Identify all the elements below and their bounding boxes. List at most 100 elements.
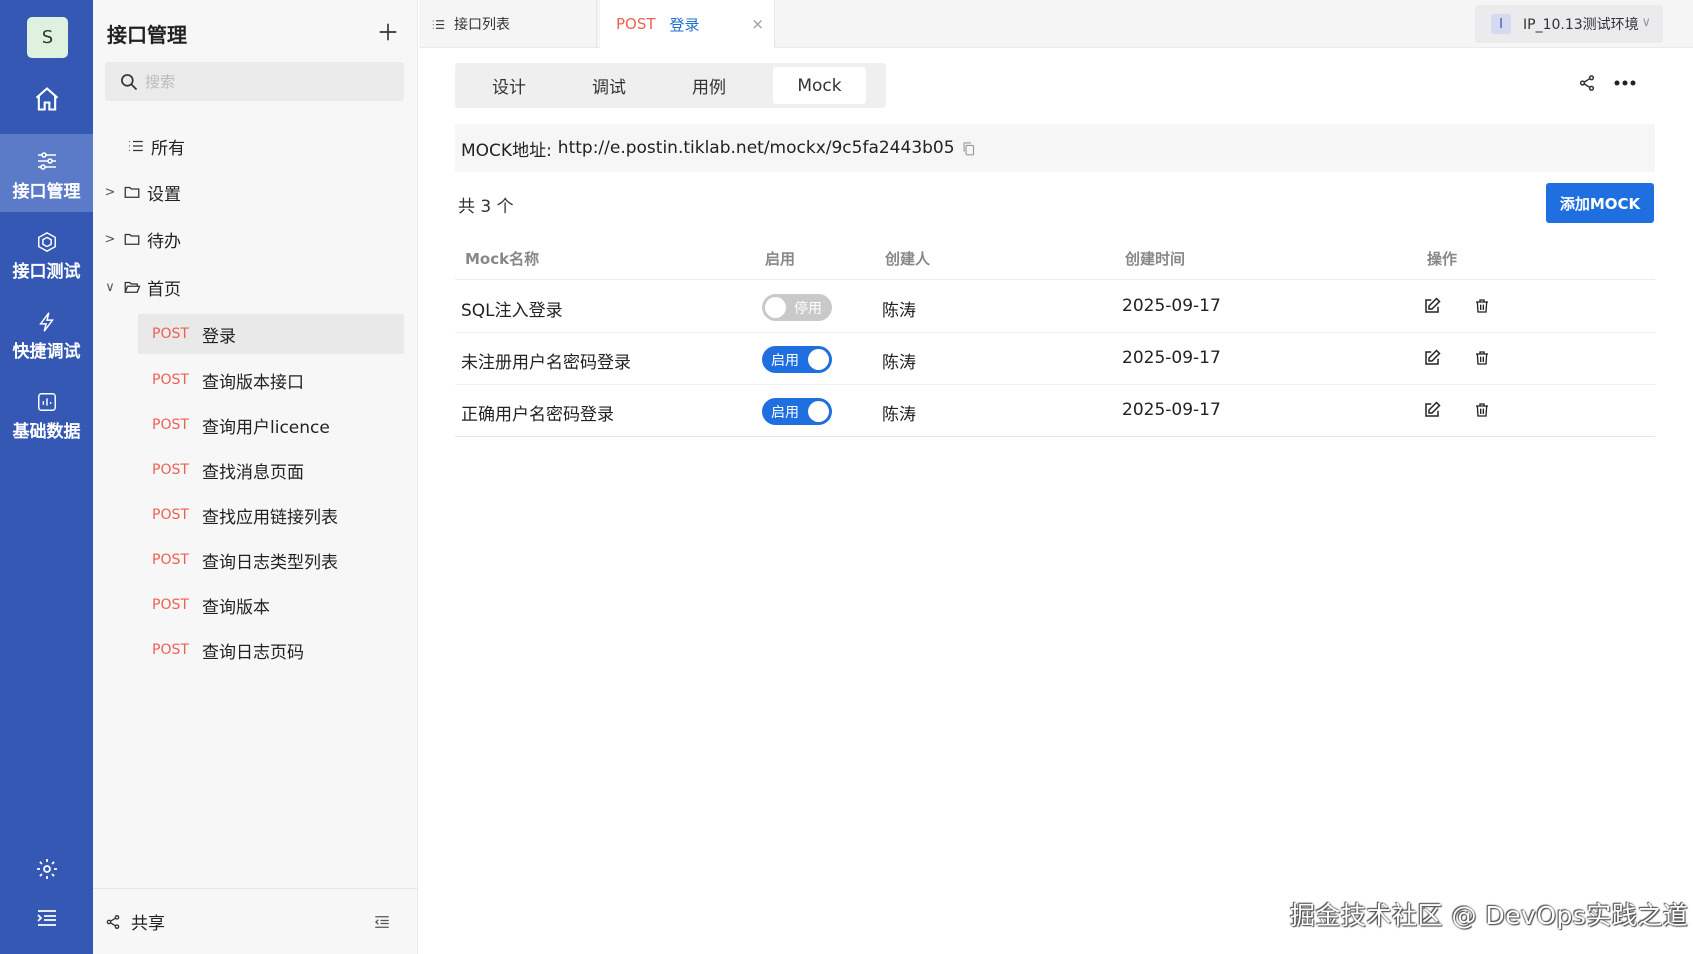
mock-address-bar: MOCK地址: http://e.postin.tiklab.net/mockx… bbox=[455, 124, 1655, 172]
edit-icon[interactable] bbox=[1421, 347, 1443, 369]
sliders-icon bbox=[35, 145, 59, 173]
share-icon[interactable] bbox=[1578, 74, 1596, 92]
collapse-panel-icon[interactable] bbox=[373, 913, 391, 935]
delete-icon[interactable] bbox=[1471, 295, 1493, 317]
rail-item-label: 快捷调试 bbox=[12, 341, 81, 362]
chevron-right-icon[interactable]: > bbox=[103, 185, 117, 200]
mock-count: 共 3 个 bbox=[458, 197, 514, 217]
enable-toggle[interactable]: 停用 bbox=[762, 294, 832, 321]
api-item[interactable]: POST 查找应用链接列表 bbox=[138, 495, 404, 535]
api-item[interactable]: POST 查询版本 bbox=[138, 585, 404, 625]
search-icon bbox=[121, 73, 138, 90]
api-item[interactable]: POST 查找消息页面 bbox=[138, 450, 404, 490]
toggle-knob bbox=[808, 401, 829, 422]
api-name: 查找应用链接列表 bbox=[202, 507, 338, 528]
delete-icon[interactable] bbox=[1471, 347, 1493, 369]
watermark: 掘金技术社区 @ DevOps实践之道 bbox=[1290, 901, 1689, 930]
delete-icon[interactable] bbox=[1471, 399, 1493, 421]
folder-icon bbox=[123, 230, 141, 248]
settings-icon[interactable] bbox=[0, 857, 93, 881]
method-badge: POST bbox=[152, 642, 189, 658]
tab-design[interactable]: 设计 bbox=[459, 67, 559, 104]
column-header: 操作 bbox=[1427, 250, 1458, 268]
tab-api-list[interactable]: 接口列表 bbox=[419, 0, 597, 48]
add-icon[interactable] bbox=[373, 17, 403, 47]
mock-name: SQL注入登录 bbox=[461, 301, 563, 321]
api-item[interactable]: POST 查询用户licence bbox=[138, 405, 404, 445]
api-item[interactable]: POST 登录 bbox=[138, 314, 404, 354]
menu-expand-icon[interactable] bbox=[0, 906, 93, 930]
rail-item-api-test[interactable]: 接口测试 bbox=[0, 214, 93, 292]
api-name: 查询版本接口 bbox=[202, 372, 304, 393]
lightning-icon bbox=[36, 305, 58, 333]
panel-title: 接口管理 bbox=[107, 23, 187, 47]
rail-item-base-data[interactable]: 基础数据 bbox=[0, 374, 93, 452]
rail-item-quick-debug[interactable]: 快捷调试 bbox=[0, 294, 93, 372]
list-icon bbox=[127, 137, 145, 155]
table-header: Mock名称 启用 创建人 创建时间 操作 bbox=[455, 235, 1655, 280]
api-name: 查找消息页面 bbox=[202, 462, 304, 483]
header-actions bbox=[1578, 74, 1636, 92]
search-input[interactable] bbox=[145, 72, 385, 91]
method-badge: POST bbox=[152, 507, 189, 523]
tab-debug[interactable]: 调试 bbox=[559, 67, 659, 104]
api-item[interactable]: POST 查询版本接口 bbox=[138, 360, 404, 400]
api-name: 查询版本 bbox=[202, 597, 270, 618]
created-time: 2025-09-17 bbox=[1122, 348, 1221, 368]
chevron-down-icon: ∨ bbox=[1641, 15, 1651, 30]
chevron-down-icon[interactable]: ∨ bbox=[103, 280, 117, 295]
rail-item-label: 接口测试 bbox=[12, 261, 81, 282]
environment-select[interactable]: I IP_10.13测试环境 ∨ bbox=[1475, 5, 1663, 43]
tab-login[interactable]: POST 登录 × bbox=[600, 0, 775, 48]
toggle-knob bbox=[765, 297, 786, 318]
api-item[interactable]: POST 查询日志类型列表 bbox=[138, 540, 404, 580]
home-icon[interactable] bbox=[0, 82, 93, 116]
env-badge: I bbox=[1491, 14, 1511, 34]
api-tree-panel: 接口管理 所有 > 设置 > 待办 ∨ 首页 POST 登录 POST 查询版本接口… bbox=[93, 0, 418, 954]
tab-label: 登录 bbox=[669, 15, 700, 34]
mock-url-value: http://e.postin.tiklab.net/mockx/9c5fa24… bbox=[557, 138, 955, 158]
creator: 陈涛 bbox=[882, 353, 916, 373]
enable-toggle[interactable]: 启用 bbox=[762, 346, 832, 373]
tree-item-all[interactable]: 所有 bbox=[127, 131, 185, 161]
table-row[interactable]: 未注册用户名密码登录 启用 陈涛 2025-09-17 bbox=[455, 333, 1655, 385]
chevron-right-icon[interactable]: > bbox=[103, 232, 117, 247]
close-icon[interactable]: × bbox=[751, 15, 764, 33]
toggle-label: 启用 bbox=[771, 404, 799, 421]
api-name: 查询用户licence bbox=[202, 417, 330, 438]
tree-footer: 共享 bbox=[93, 888, 418, 954]
tab-cases[interactable]: 用例 bbox=[659, 67, 759, 104]
tree-folder-home[interactable]: ∨ 首页 bbox=[103, 272, 181, 302]
add-mock-button[interactable]: 添加MOCK bbox=[1546, 183, 1654, 223]
more-icon[interactable] bbox=[1614, 78, 1636, 88]
enable-toggle[interactable]: 启用 bbox=[762, 398, 832, 425]
edit-icon[interactable] bbox=[1421, 295, 1443, 317]
share-button[interactable]: 共享 bbox=[105, 909, 165, 934]
avatar[interactable]: S bbox=[27, 17, 68, 58]
table-row[interactable]: 正确用户名密码登录 启用 陈涛 2025-09-17 bbox=[455, 385, 1655, 437]
creator: 陈涛 bbox=[882, 301, 916, 321]
folder-label: 待办 bbox=[147, 231, 181, 252]
column-header: 创建时间 bbox=[1125, 250, 1186, 268]
folder-label: 设置 bbox=[147, 184, 181, 205]
toggle-label: 启用 bbox=[771, 352, 799, 369]
toggle-knob bbox=[808, 349, 829, 370]
env-label: IP_10.13测试环境 bbox=[1523, 17, 1639, 33]
edit-icon[interactable] bbox=[1421, 399, 1443, 421]
tab-mock[interactable]: Mock bbox=[773, 67, 866, 104]
copy-icon[interactable] bbox=[961, 140, 976, 157]
toggle-label: 停用 bbox=[794, 300, 822, 317]
table-row[interactable]: SQL注入登录 停用 陈涛 2025-09-17 bbox=[455, 281, 1655, 333]
rail-item-label: 基础数据 bbox=[12, 421, 81, 442]
created-time: 2025-09-17 bbox=[1122, 296, 1221, 316]
tree-folder-todo[interactable]: > 待办 bbox=[103, 224, 181, 254]
api-item[interactable]: POST 查询日志页码 bbox=[138, 630, 404, 670]
creator: 陈涛 bbox=[882, 405, 916, 425]
rail-item-api-management[interactable]: 接口管理 bbox=[0, 134, 93, 212]
method-badge: POST bbox=[616, 15, 656, 33]
cube-icon bbox=[36, 225, 58, 253]
mock-url-label: MOCK地址: bbox=[461, 140, 552, 161]
tab-bar: 接口列表 POST 登录 × I IP_10.13测试环境 ∨ bbox=[419, 0, 1693, 48]
tree-folder-settings[interactable]: > 设置 bbox=[103, 177, 181, 207]
search-box bbox=[105, 62, 404, 101]
